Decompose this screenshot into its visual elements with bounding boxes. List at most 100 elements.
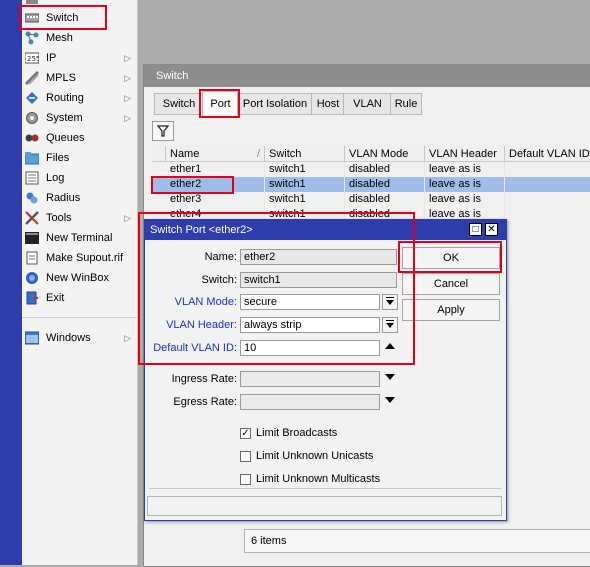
column-header-vlan-header[interactable]: VLAN Header bbox=[425, 146, 505, 162]
egress-rate-field[interactable] bbox=[240, 394, 380, 410]
sidebar-item-label: MPLS bbox=[46, 72, 76, 84]
folder-icon bbox=[24, 151, 40, 165]
column-header-default-vlan-id[interactable]: Default VLAN ID bbox=[505, 146, 590, 162]
dialog-titlebar[interactable]: Switch Port <ether2> □ ✕ bbox=[145, 220, 506, 240]
sidebar-item-mpls[interactable]: MPLS ▷ bbox=[22, 68, 137, 88]
egress-rate-label: Egress Rate: bbox=[173, 396, 237, 408]
submenu-arrow-icon: ▷ bbox=[124, 333, 131, 343]
sidebar-item-log[interactable]: Log bbox=[22, 168, 137, 188]
tab-port[interactable]: Port bbox=[202, 91, 239, 117]
collapse-up-icon[interactable] bbox=[382, 340, 398, 356]
cell-vlan-mode: disabled bbox=[345, 162, 425, 177]
sidebar-item-label: System bbox=[46, 112, 83, 124]
sidebar-item-label: New Terminal bbox=[46, 232, 113, 244]
tab-port-isolation[interactable]: Port Isolation bbox=[237, 93, 313, 115]
submenu-arrow-icon: ▷ bbox=[124, 73, 131, 83]
menu-divider bbox=[22, 317, 137, 318]
column-header-vlan-mode[interactable]: VLAN Mode bbox=[345, 146, 425, 162]
expand-down-icon[interactable] bbox=[382, 371, 398, 387]
cell-vlan-header: leave as is bbox=[425, 162, 505, 177]
checkmark-icon: ✓ bbox=[241, 428, 250, 439]
sidebar-item-radius[interactable]: Radius bbox=[22, 188, 137, 208]
checkbox-label: Limit Unknown Multicasts bbox=[256, 473, 381, 485]
name-field[interactable]: ether2 bbox=[240, 249, 397, 265]
sidebar-item-switch[interactable]: Switch bbox=[22, 8, 137, 28]
tab-rule[interactable]: Rule bbox=[390, 93, 422, 115]
sidebar-item-exit[interactable]: Exit bbox=[22, 288, 137, 308]
sidebar-item-new-winbox[interactable]: New WinBox bbox=[22, 268, 137, 288]
sidebar-item-routing[interactable]: Routing ▷ bbox=[22, 88, 137, 108]
sidebar-item-label: Make Supout.rif bbox=[46, 252, 124, 264]
expand-down-icon[interactable] bbox=[382, 394, 398, 410]
vlan-header-select[interactable]: always strip bbox=[240, 317, 380, 333]
log-icon bbox=[25, 171, 39, 185]
sidebar-item-system[interactable]: System ▷ bbox=[22, 108, 137, 128]
limit-unknown-unicasts-checkbox[interactable] bbox=[240, 451, 251, 462]
tab-vlan[interactable]: VLAN bbox=[343, 93, 392, 115]
column-label: Default VLAN ID bbox=[509, 148, 590, 160]
limit-broadcasts-checkbox[interactable]: ✓ bbox=[240, 428, 251, 439]
submenu-arrow-icon: ▷ bbox=[124, 93, 131, 103]
tab-label: Switch bbox=[162, 98, 196, 110]
table-row[interactable]: ether3 switch1 disabled leave as is bbox=[152, 192, 590, 207]
vlan-header-dropdown-button[interactable] bbox=[382, 317, 398, 333]
cancel-button[interactable]: Cancel bbox=[402, 273, 500, 295]
sidebar-item-tools[interactable]: Tools ▷ bbox=[22, 208, 137, 228]
sidebar-item-queues[interactable]: Queues bbox=[22, 128, 137, 148]
submenu-arrow-icon: ▷ bbox=[124, 53, 131, 63]
cell-vlan-header: leave as is bbox=[425, 177, 505, 192]
dialog-divider bbox=[149, 488, 501, 489]
column-header-name[interactable]: Name / bbox=[166, 146, 265, 162]
tab-label: Rule bbox=[394, 98, 418, 110]
switch-field[interactable]: switch1 bbox=[240, 272, 397, 288]
dialog-status-bar bbox=[147, 496, 502, 516]
tab-label: Port bbox=[210, 98, 231, 110]
terminal-icon bbox=[25, 231, 39, 245]
status-bar: 6 items bbox=[244, 529, 590, 553]
supout-icon bbox=[25, 251, 39, 265]
ok-button[interactable]: OK bbox=[402, 247, 500, 269]
default-vlan-id-field[interactable]: 10 bbox=[240, 340, 380, 356]
tab-switch[interactable]: Switch bbox=[154, 93, 204, 115]
column-label: Name bbox=[170, 148, 200, 160]
limit-unknown-multicasts-checkbox[interactable] bbox=[240, 474, 251, 485]
sidebar-item-mesh[interactable]: Mesh bbox=[22, 28, 137, 48]
dropdown-icon bbox=[386, 320, 394, 332]
sidebar-item-label: Queues bbox=[46, 132, 85, 144]
column-header-switch[interactable]: Switch bbox=[265, 146, 345, 162]
cell-vlan-mode: disabled bbox=[345, 192, 425, 207]
tab-host[interactable]: Host bbox=[311, 93, 345, 115]
filter-button[interactable] bbox=[152, 121, 174, 141]
apply-button[interactable]: Apply bbox=[402, 299, 500, 321]
sidebar-item-windows[interactable]: Windows ▷ bbox=[22, 328, 137, 348]
ip-icon: 255 bbox=[24, 51, 40, 65]
vlan-mode-select[interactable]: secure bbox=[240, 294, 380, 310]
switch-icon bbox=[24, 11, 40, 25]
checkbox-label: Limit Unknown Unicasts bbox=[256, 450, 374, 462]
sidebar-item-make-supout[interactable]: Make Supout.rif bbox=[22, 248, 137, 268]
sidebar-item-new-terminal[interactable]: New Terminal bbox=[22, 228, 137, 248]
filter-icon bbox=[156, 125, 170, 140]
queues-icon bbox=[25, 131, 39, 145]
restore-button[interactable]: □ bbox=[469, 223, 482, 236]
sidebar-item-label: Switch bbox=[46, 12, 79, 24]
windows-icon bbox=[24, 331, 40, 345]
cell-switch: switch1 bbox=[265, 162, 345, 177]
ingress-rate-field[interactable] bbox=[240, 371, 380, 387]
column-label: Switch bbox=[269, 148, 302, 160]
vlan-mode-dropdown-button[interactable] bbox=[382, 294, 398, 310]
sidebar-item-ip[interactable]: 255 IP ▷ bbox=[22, 48, 137, 68]
sidebar-item-label: Mesh bbox=[46, 32, 73, 44]
tab-label: Port Isolation bbox=[242, 98, 308, 110]
table-row[interactable]: ether1 switch1 disabled leave as is bbox=[152, 162, 590, 177]
left-accent-strip bbox=[0, 0, 22, 565]
close-button[interactable]: ✕ bbox=[485, 223, 498, 236]
cell-name: ether1 bbox=[166, 162, 265, 177]
switch-port-dialog: Switch Port <ether2> □ ✕ Name: ether2 Sw… bbox=[144, 219, 507, 521]
default-vlan-id-label: Default VLAN ID: bbox=[153, 342, 237, 354]
table-row-selected[interactable]: ether2 switch1 disabled leave as is bbox=[152, 177, 590, 192]
sidebar-item-label: Routing bbox=[46, 92, 84, 104]
vlan-mode-label: VLAN Mode: bbox=[174, 296, 237, 308]
sidebar-item-files[interactable]: Files bbox=[22, 148, 137, 168]
switch-window-titlebar[interactable]: Switch bbox=[144, 65, 590, 87]
